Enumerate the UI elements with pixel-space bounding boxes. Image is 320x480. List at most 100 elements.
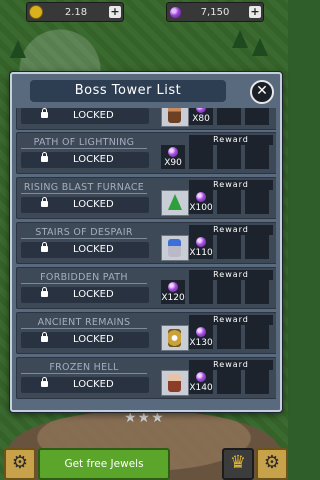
dialog-header: Boss Tower List ✕ (12, 74, 280, 108)
jewel-icon (170, 6, 181, 18)
boss-portrait (161, 235, 189, 261)
jewel-amount: X110 (189, 248, 213, 258)
dialog-title: Boss Tower List (30, 80, 226, 102)
locked-status: LOCKED (21, 152, 149, 168)
jewel-icon (196, 327, 206, 337)
locked-label: LOCKED (73, 199, 114, 210)
divider (21, 148, 147, 149)
close-icon: ✕ (256, 83, 268, 99)
locked-status: LOCKED (21, 108, 149, 124)
gold-counter: 2.18 + (26, 2, 124, 22)
lock-icon (41, 377, 48, 387)
jewel-amount: X120 (161, 293, 185, 303)
locked-status: LOCKED (21, 377, 149, 393)
tower-list[interactable]: LOCKED X80 PATH OF LIGHTNING LOCKED Rewa… (16, 108, 276, 404)
close-button[interactable]: ✕ (250, 80, 274, 104)
empty-reward-slot (189, 145, 213, 169)
tower-row[interactable]: RISING BLAST FURNACE LOCKED Reward X100 (16, 177, 276, 219)
locked-label: LOCKED (73, 154, 114, 165)
jewel-icon (196, 108, 206, 113)
jewel-reward-slot: X90 (161, 145, 185, 169)
tree-decoration (252, 38, 268, 56)
tree-decoration (10, 40, 26, 58)
empty-reward-slot (217, 145, 241, 169)
locked-label: LOCKED (73, 110, 114, 121)
tower-row[interactable]: PATH OF LIGHTNING LOCKED Reward X90 (16, 132, 276, 174)
add-jewel-button[interactable]: + (249, 6, 261, 18)
jewel-amount: X130 (189, 338, 213, 348)
boss-portrait (161, 108, 189, 127)
locked-label: LOCKED (73, 334, 114, 345)
boss-figure (168, 329, 181, 347)
jewel-amount: X90 (164, 158, 182, 168)
locked-label: LOCKED (73, 379, 114, 390)
locked-status: LOCKED (21, 197, 149, 213)
empty-reward-slot (189, 280, 213, 304)
jewel-counter: 7,150 + (166, 2, 264, 22)
boss-figure (168, 374, 181, 392)
jewel-amount: X140 (189, 383, 213, 393)
empty-reward-slot (217, 235, 241, 259)
locked-status: LOCKED (21, 242, 149, 258)
ranking-button[interactable] (222, 448, 254, 480)
reward-box: Reward X100 (161, 180, 273, 216)
tree-decoration (232, 30, 248, 48)
jewel-reward-slot: X140 (189, 370, 213, 394)
divider (21, 328, 147, 329)
empty-reward-slot (245, 190, 269, 214)
reward-header: Reward (189, 135, 273, 145)
tower-row[interactable]: FORBIDDEN PATH LOCKED Reward X120 (16, 267, 276, 309)
empty-reward-slot (217, 325, 241, 349)
divider (21, 193, 147, 194)
boss-tower-list-dialog: Boss Tower List ✕ LOCKED X80 PATH OF LIG… (10, 72, 282, 412)
lock-icon (41, 197, 48, 207)
jewel-amount: X100 (189, 203, 213, 213)
lock-icon (41, 152, 48, 162)
empty-reward-slot (217, 108, 241, 125)
locked-label: LOCKED (73, 289, 114, 300)
empty-reward-slot (245, 145, 269, 169)
jewel-reward-slot: X130 (189, 325, 213, 349)
empty-reward-slot (245, 235, 269, 259)
divider (21, 283, 147, 284)
options-button[interactable] (256, 448, 288, 480)
reward-box: Reward X140 (161, 360, 273, 396)
locked-label: LOCKED (73, 244, 114, 255)
lock-icon (41, 108, 48, 118)
add-gold-button[interactable]: + (109, 6, 121, 18)
get-free-jewels-button[interactable]: Get free Jewels (38, 448, 170, 480)
tower-row[interactable]: ANCIENT REMAINS LOCKED Reward X130 (16, 312, 276, 354)
boss-figure (168, 108, 181, 123)
reward-header: Reward (189, 360, 273, 370)
empty-reward-slot (245, 108, 269, 125)
jewel-reward-slot: X100 (189, 190, 213, 214)
tower-row[interactable]: LOCKED X80 (16, 108, 276, 130)
empty-reward-slot (217, 370, 241, 394)
jewel-icon (196, 192, 206, 202)
boss-portrait (161, 370, 189, 396)
tower-row[interactable]: STAIRS OF DESPAIR LOCKED Reward X110 (16, 222, 276, 264)
jewel-reward-slot: X110 (189, 235, 213, 259)
boss-portrait (161, 190, 189, 216)
divider (21, 238, 147, 239)
gold-value: 2.18 (64, 6, 88, 18)
boss-figure (168, 194, 182, 212)
tower-row[interactable]: FROZEN HELL LOCKED Reward X140 (16, 357, 276, 399)
lock-icon (41, 332, 48, 342)
jewel-amount: X80 (192, 114, 210, 124)
reward-box: Reward X130 (161, 315, 273, 351)
reward-box: Reward X90 (161, 135, 273, 171)
empty-reward-slot (245, 280, 269, 304)
boss-portrait (161, 325, 189, 351)
lock-icon (41, 287, 48, 297)
reward-header: Reward (189, 225, 273, 235)
settings-button[interactable] (4, 448, 36, 480)
jewel-value: 7,150 (200, 6, 230, 18)
empty-reward-slot (245, 325, 269, 349)
jewel-reward-slot: X120 (161, 280, 185, 304)
reward-box: Reward X120 (161, 270, 273, 306)
lock-icon (41, 242, 48, 252)
reward-header: Reward (189, 315, 273, 325)
jewel-icon (196, 237, 206, 247)
stage-stars: ★★★ (124, 410, 165, 426)
